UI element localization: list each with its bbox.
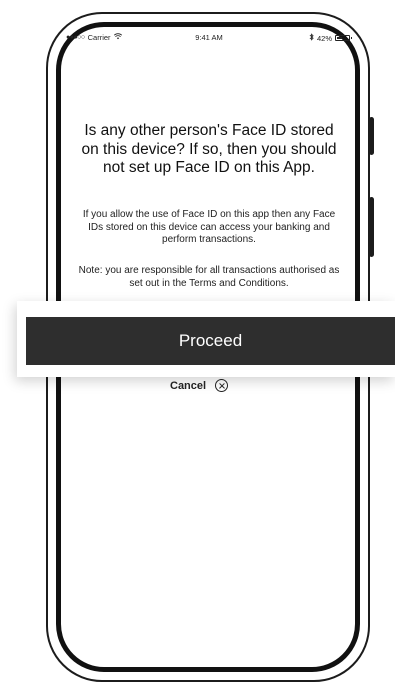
proceed-card: Proceed <box>17 301 395 377</box>
battery-icon <box>335 35 352 41</box>
status-bar: ●●●○○ Carrier 9:41 AM 42% <box>66 31 352 47</box>
cancel-label: Cancel <box>170 379 207 392</box>
battery-percent: 42% <box>316 33 332 43</box>
cancel-button[interactable]: Cancel <box>170 379 229 392</box>
volume-up-button <box>369 117 374 155</box>
proceed-button[interactable]: Proceed <box>26 317 395 365</box>
volume-down-button <box>369 197 374 257</box>
dialog-heading: Is any other person's Face ID stored on … <box>81 122 337 176</box>
dialog-note: Note: you are responsible for all transa… <box>78 265 340 289</box>
battery-level <box>337 37 342 39</box>
bluetooth-icon <box>309 33 314 43</box>
status-right: 42% <box>309 33 352 43</box>
close-circle-icon[interactable] <box>215 379 229 392</box>
dialog-body: If you allow the use of Face ID on this … <box>82 209 336 245</box>
